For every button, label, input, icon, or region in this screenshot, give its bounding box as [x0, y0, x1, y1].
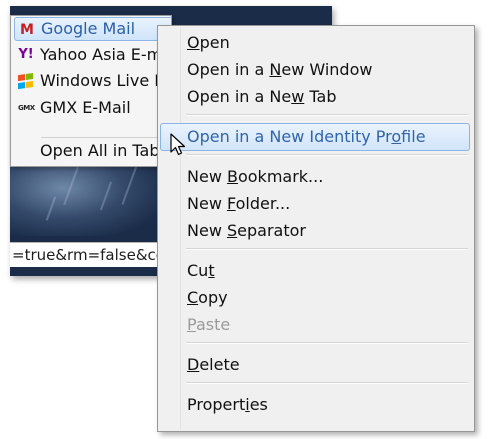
menu-item-label: Open in a New Window [187, 60, 373, 79]
menu-item-label: New Folder... [187, 194, 291, 213]
bookmark-label: Yahoo Asia E-mail [40, 45, 172, 64]
menu-item-open-in-a-new-tab[interactable]: Open in a New Tab [160, 84, 470, 110]
windows-icon [18, 73, 34, 89]
menu-item-label: New Bookmark... [187, 167, 324, 186]
menu-item-label: Delete [187, 355, 240, 374]
menu-item-label: Paste [187, 315, 231, 334]
bookmark-label: Google Mail [41, 19, 136, 38]
menu-item-label: Cut [187, 261, 215, 280]
menu-separator [186, 382, 468, 384]
menu-item-label: Open in a New Tab [187, 87, 337, 106]
menu-item-open-in-a-new-identity-profile[interactable]: Open in a New Identity Profile [160, 123, 470, 151]
menu-item-paste: Paste [160, 312, 470, 338]
menu-item-label: Open in a New Identity Profile [187, 127, 426, 146]
menu-item-cut[interactable]: Cut [160, 258, 470, 284]
open-all-label: Open All in Tabs [40, 141, 168, 160]
menu-separator [41, 137, 166, 138]
menu-separator [186, 342, 468, 344]
bookmark-label: Windows Live E [40, 71, 165, 90]
menu-item-properties[interactable]: Properties [160, 392, 470, 418]
mouse-pointer-icon [170, 133, 186, 156]
bookmark-google-mail[interactable]: M Google Mail [14, 17, 171, 41]
bookmark-windows-live[interactable]: Windows Live E [14, 69, 171, 93]
menu-item-label: Open [187, 33, 230, 52]
yahoo-icon: Y! [18, 47, 34, 62]
menu-item-delete[interactable]: Delete [160, 352, 470, 378]
menu-item-new-bookmark[interactable]: New Bookmark... [160, 164, 470, 190]
menu-item-open-in-a-new-window[interactable]: Open in a New Window [160, 57, 470, 83]
menu-item-label: New Separator [187, 221, 306, 240]
menu-item-new-folder[interactable]: New Folder... [160, 191, 470, 217]
gmail-icon: M [20, 22, 34, 38]
menu-separator [186, 248, 468, 250]
menu-separator [186, 114, 468, 116]
menu-item-copy[interactable]: Copy [160, 285, 470, 311]
bookmark-gmx[interactable]: GMX GMX E-Mail [14, 96, 171, 120]
menu-item-label: Copy [187, 288, 228, 307]
background-image-highlight [10, 156, 160, 236]
context-menu: Open Open in a New Window Open in a New Ta… [157, 25, 475, 432]
bookmark-yahoo-asia[interactable]: Y! Yahoo Asia E-mail [14, 43, 172, 67]
menu-item-open[interactable]: Open [160, 30, 470, 56]
gmx-icon: GMX [18, 104, 35, 112]
open-all-in-tabs[interactable]: Open All in Tabs [14, 139, 171, 163]
menu-separator [186, 154, 468, 156]
menu-item-label: Properties [187, 395, 268, 414]
menu-item-new-separator[interactable]: New Separator [160, 218, 470, 244]
bookmark-label: GMX E-Mail [40, 98, 131, 117]
bookmarks-menu: M Google Mail Y! Yahoo Asia E-mail Windo… [10, 15, 172, 167]
